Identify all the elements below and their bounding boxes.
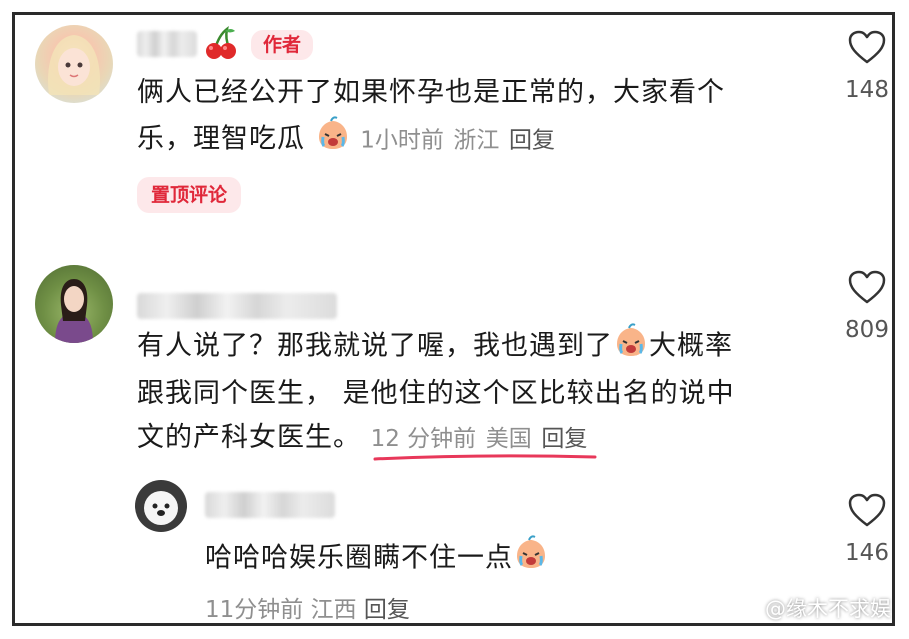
comment-text-line: 跟我同个医生， 是他住的这个区比较出名的说中 — [137, 378, 735, 409]
comment-time: 11分钟前 — [205, 597, 304, 623]
reply-button[interactable]: 回复 — [364, 597, 410, 623]
comment-text: 有人说了？那我就说了喔，我也遇到了 大概率 跟我同个医生， 是他住的这个区比较出… — [137, 322, 827, 461]
comment-panel: 作者 俩人已经公开了如果怀孕也是正常的，大家看个 乐，理智吃瓜 1小时前 浙江 — [12, 12, 895, 626]
author-badge: 作者 — [251, 30, 314, 60]
reply-button[interactable]: 回复 — [541, 426, 587, 452]
like-count: 809 — [845, 317, 889, 343]
avatar[interactable] — [135, 480, 187, 532]
comment-text-line: 大概率 — [649, 330, 733, 362]
watermark: @缘木不求娱 — [739, 593, 891, 623]
crying-emoji-icon — [315, 115, 351, 165]
watermark-text: @缘木不求娱 — [765, 597, 891, 621]
pinned-badge: 置顶评论 — [137, 177, 242, 213]
heart-outline-icon — [848, 30, 886, 64]
comment-location: 美国 — [485, 426, 532, 452]
like-button[interactable]: 809 — [832, 269, 902, 343]
like-button[interactable]: 146 — [832, 492, 902, 566]
comment-text-line: 有人说了？那我就说了喔，我也遇到了 — [137, 330, 613, 362]
comment-text-line-wrap: 乐，理智吃瓜 1小时前 浙江 回复 — [137, 115, 827, 165]
comment-item: 作者 俩人已经公开了如果怀孕也是正常的，大家看个 乐，理智吃瓜 1小时前 浙江 — [15, 15, 892, 245]
username[interactable] — [137, 31, 197, 57]
username[interactable] — [137, 293, 337, 319]
comment-text-line: 乐，理智吃瓜 — [137, 123, 305, 155]
comment-item: 有人说了？那我就说了喔，我也遇到了 大概率 跟我同个医生， 是他住的这个区比较出… — [15, 245, 892, 475]
heart-outline-icon — [848, 270, 886, 304]
avatar[interactable] — [35, 265, 113, 343]
comment-text: 哈哈哈娱乐圈瞒不住一点 — [205, 534, 805, 584]
crying-emoji-icon — [613, 322, 649, 372]
username[interactable] — [205, 492, 335, 518]
like-count: 146 — [845, 540, 889, 566]
crying-emoji-icon — [513, 534, 549, 584]
comment-time: 12 分钟前 — [370, 426, 477, 452]
comment-time: 1小时前 — [360, 127, 444, 154]
comment-text: 俩人已经公开了如果怀孕也是正常的，大家看个 乐，理智吃瓜 1小时前 浙江 回复 — [137, 71, 827, 165]
comment-location: 浙江 — [453, 127, 500, 154]
comment-text-line: 文的产科女医生。 — [137, 422, 361, 453]
comment-text-line-wrap: 有人说了？那我就说了喔，我也遇到了 大概率 — [137, 322, 827, 372]
reply-meta: 11分钟前 江西 回复 — [205, 590, 410, 624]
reply-button[interactable]: 回复 — [509, 128, 555, 154]
highlight-underline — [373, 454, 597, 461]
comment-text-line: 哈哈哈娱乐圈瞒不住一点 — [205, 542, 513, 574]
like-count: 148 — [845, 77, 889, 103]
comment-text-line: 俩人已经公开了如果怀孕也是正常的，大家看个 — [137, 77, 725, 108]
comment-location: 江西 — [310, 597, 357, 623]
cherry-icon — [203, 25, 239, 65]
avatar[interactable] — [35, 25, 113, 103]
like-button[interactable]: 148 — [832, 29, 902, 103]
weibo-logo-icon — [739, 603, 759, 617]
heart-outline-icon — [848, 493, 886, 527]
